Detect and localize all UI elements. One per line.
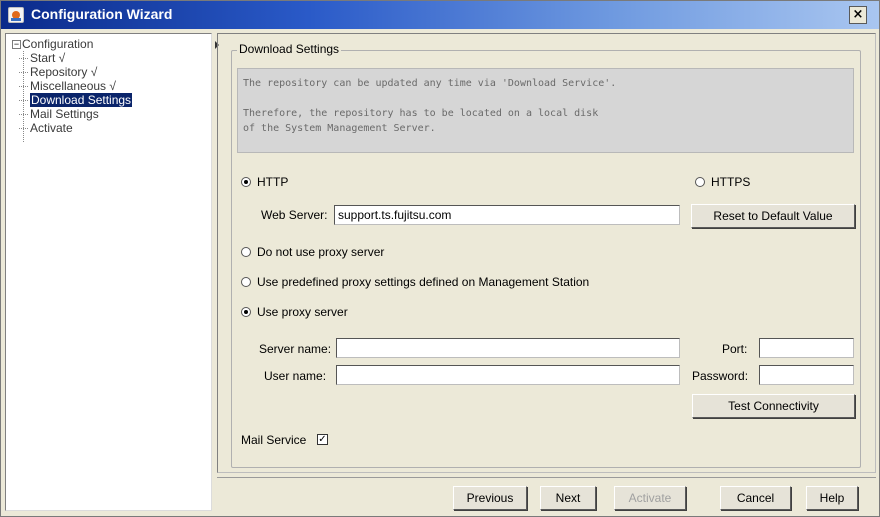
mail-service-checkbox[interactable]: ✓: [317, 434, 328, 445]
tree-root-label: Configuration: [22, 37, 94, 51]
user-name-input[interactable]: [336, 365, 680, 385]
collapse-icon[interactable]: −: [12, 39, 21, 49]
http-radio[interactable]: [241, 177, 251, 187]
java-app-icon: [8, 7, 24, 23]
window-title: Configuration Wizard: [31, 6, 173, 22]
port-input[interactable]: [759, 338, 854, 358]
no-proxy-label: Do not use proxy server: [257, 245, 385, 259]
use-proxy-radio[interactable]: [241, 307, 251, 317]
mail-service-label: Mail Service: [241, 433, 307, 447]
tree-item-label: Miscellaneous √: [30, 79, 116, 93]
configuration-wizard-window: Configuration Wizard × − Configuration S…: [0, 0, 880, 517]
previous-button[interactable]: Previous: [453, 486, 527, 510]
tree-item-label: Repository √: [30, 65, 98, 79]
tree-item-activate[interactable]: Activate: [18, 121, 132, 135]
password-input[interactable]: [759, 365, 854, 385]
http-label: HTTP: [257, 175, 289, 189]
use-proxy-label: Use proxy server: [257, 305, 348, 319]
port-label: Port:: [722, 342, 748, 356]
password-label: Password:: [692, 369, 749, 383]
tree-item-download-settings[interactable]: Download Settings: [18, 93, 133, 107]
group-title: Download Settings: [237, 42, 342, 56]
reset-default-button[interactable]: Reset to Default Value: [691, 204, 855, 228]
close-button[interactable]: ×: [849, 6, 867, 24]
tree-item-repository[interactable]: Repository √: [18, 65, 132, 79]
server-name-input[interactable]: [336, 338, 680, 358]
tree-root-configuration[interactable]: − Configuration: [12, 37, 132, 51]
predefined-proxy-label: Use predefined proxy settings defined on…: [257, 275, 590, 289]
tree-item-mail-settings[interactable]: Mail Settings: [18, 107, 132, 121]
server-name-label: Server name:: [259, 342, 332, 356]
tree-item-label: Mail Settings: [30, 107, 99, 121]
https-radio[interactable]: [695, 177, 705, 187]
tree-item-miscellaneous[interactable]: Miscellaneous √: [18, 79, 132, 93]
no-proxy-radio[interactable]: [241, 247, 251, 257]
tree-item-label: Start √: [30, 51, 66, 65]
predefined-proxy-radio[interactable]: [241, 277, 251, 287]
test-connectivity-button[interactable]: Test Connectivity: [692, 394, 855, 418]
cancel-button[interactable]: Cancel: [720, 486, 791, 510]
help-button[interactable]: Help: [806, 486, 858, 510]
tree-item-label: Download Settings: [30, 93, 133, 107]
tree-item-label: Activate: [30, 121, 73, 135]
tree-item-start[interactable]: Start √: [18, 51, 132, 65]
next-button[interactable]: Next: [540, 486, 596, 510]
user-name-label: User name:: [264, 369, 327, 383]
title-bar[interactable]: Configuration Wizard ×: [1, 1, 879, 29]
activate-button[interactable]: Activate: [614, 486, 686, 510]
web-server-label: Web Server:: [261, 208, 328, 222]
navigation-tree-pane[interactable]: − Configuration Start √ Repository √ Mis…: [5, 33, 212, 511]
https-label: HTTPS: [711, 175, 751, 189]
info-text-area: The repository can be updated any time v…: [237, 68, 854, 153]
navigation-tree: − Configuration Start √ Repository √ Mis…: [12, 37, 133, 142]
web-server-input[interactable]: support.ts.fujitsu.com: [334, 205, 680, 225]
